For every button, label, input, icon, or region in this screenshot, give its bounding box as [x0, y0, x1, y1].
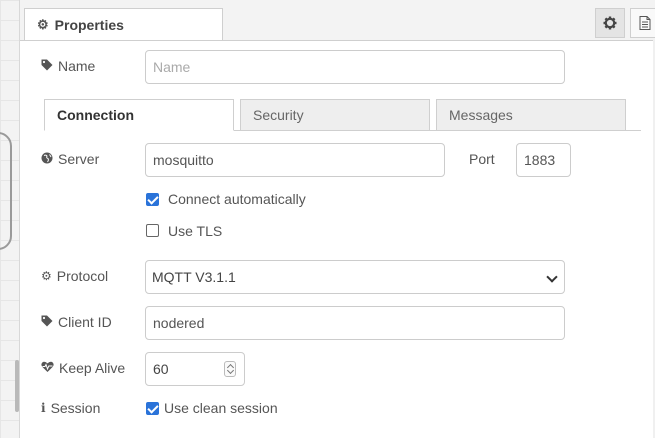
- tab-connection[interactable]: Connection: [44, 99, 234, 131]
- clean-session-label: Use clean session: [164, 400, 278, 416]
- clean-session-checkbox[interactable]: [146, 402, 159, 415]
- client-id-label: Client ID: [41, 314, 112, 330]
- protocol-select[interactable]: MQTT V3.1.1: [145, 260, 565, 294]
- gear-icon: ⚙: [37, 16, 49, 32]
- session-label: i Session: [41, 400, 101, 416]
- connect-automatically-checkbox[interactable]: [146, 193, 159, 206]
- workspace-canvas-edge: [0, 0, 20, 438]
- port-label: Port: [469, 151, 495, 167]
- chevron-down-icon: [546, 271, 558, 283]
- port-input[interactable]: [516, 143, 571, 177]
- use-tls-checkbox[interactable]: [146, 224, 159, 237]
- name-input[interactable]: [145, 50, 565, 84]
- info-icon: i: [41, 401, 46, 415]
- properties-tab[interactable]: ⚙ Properties: [24, 8, 223, 40]
- tab-security[interactable]: Security: [240, 99, 430, 131]
- server-input[interactable]: [145, 143, 445, 177]
- connect-automatically-label: Connect automatically: [168, 191, 306, 207]
- keep-alive-stepper[interactable]: 60: [145, 352, 245, 386]
- tab-messages[interactable]: Messages: [436, 99, 626, 131]
- name-label: Name: [41, 58, 95, 74]
- client-id-input[interactable]: [145, 306, 565, 340]
- tray-header: ⚙ Properties: [20, 0, 655, 41]
- spinner-arrows-icon[interactable]: [224, 361, 236, 377]
- node-description-button[interactable]: [630, 8, 655, 38]
- use-tls-label: Use TLS: [168, 223, 223, 239]
- document-icon: [639, 16, 651, 30]
- node-settings-button[interactable]: [595, 8, 625, 38]
- canvas-scrollbar[interactable]: [15, 360, 19, 412]
- globe-icon: [41, 152, 53, 167]
- tag-icon: [41, 59, 53, 74]
- node-wire: [0, 132, 12, 250]
- heartbeat-icon: [41, 361, 54, 376]
- keep-alive-label: Keep Alive: [41, 360, 125, 376]
- tag-icon: [41, 315, 53, 330]
- server-label: Server: [41, 151, 99, 167]
- gear-icon: ⚙: [41, 269, 52, 283]
- properties-tab-label: Properties: [54, 16, 124, 33]
- gear-icon: [603, 16, 617, 30]
- protocol-label: ⚙ Protocol: [41, 268, 109, 284]
